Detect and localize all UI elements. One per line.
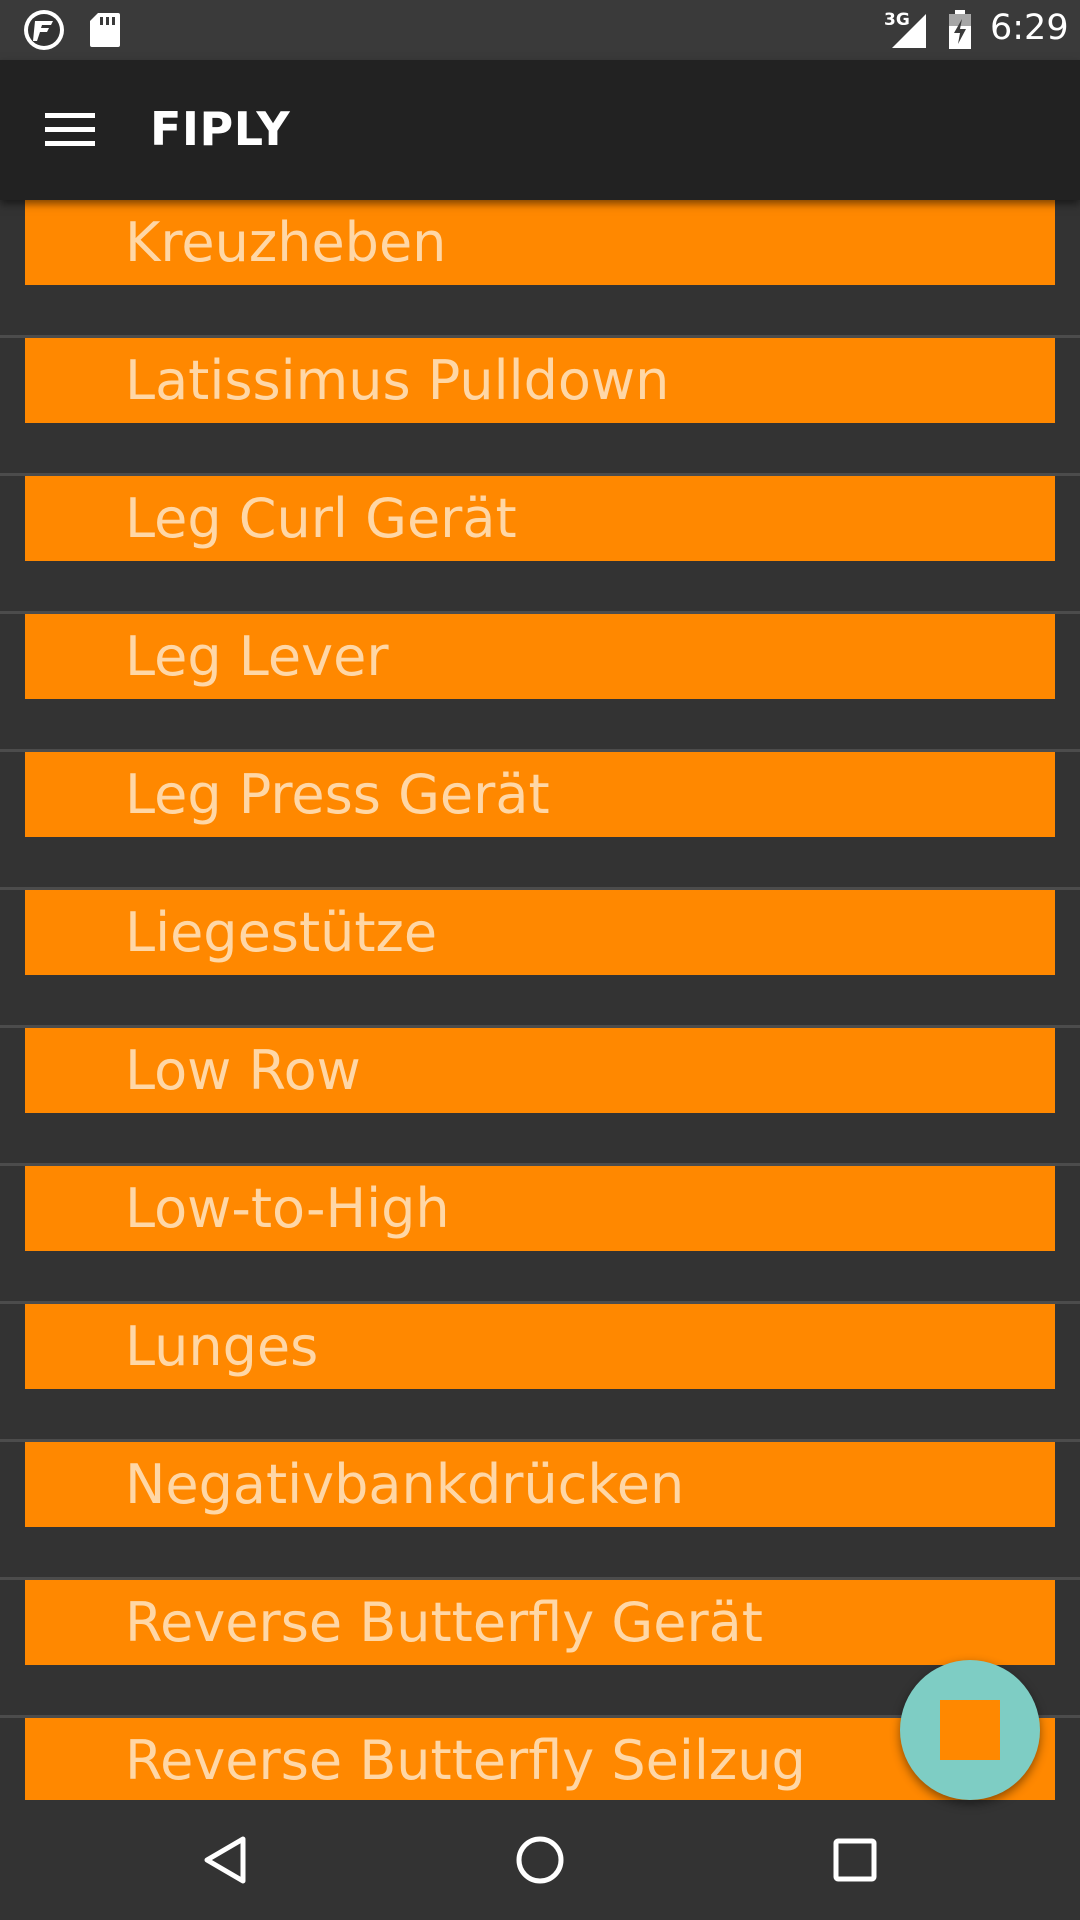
exercise-button[interactable]: Reverse Butterfly Gerät [25,1580,1055,1665]
list-item: Liegestütze [0,890,1080,1028]
exercise-button[interactable]: Latissimus Pulldown [25,338,1055,423]
list-item: Low-to-High [0,1166,1080,1304]
exercise-list[interactable]: Kreuzheben Latissimus Pulldown Leg Curl … [0,200,1080,1800]
exercise-button[interactable]: Leg Lever [25,614,1055,699]
stop-square-icon [940,1700,1000,1760]
hamburger-menu-icon [45,113,95,146]
list-item: Latissimus Pulldown [0,338,1080,476]
list-item: Leg Lever [0,614,1080,752]
navigation-bar [0,1800,1080,1920]
exercise-button[interactable]: Negativbankdrücken [25,1442,1055,1527]
list-item: Low Row [0,1028,1080,1166]
exercise-button[interactable]: Leg Press Gerät [25,752,1055,837]
app-title: FIPLY [150,102,291,156]
signal-icon [892,14,926,48]
exercise-label: Low-to-High [125,1177,450,1240]
home-circle-icon [516,1836,564,1884]
exercise-label: Low Row [125,1039,361,1102]
exercise-label: Negativbankdrücken [125,1453,685,1516]
exercise-button[interactable]: Liegestütze [25,890,1055,975]
clock-time: 6:29 [990,8,1069,48]
list-item: Lunges [0,1304,1080,1442]
exercise-label: Reverse Butterfly Seilzug [125,1729,806,1792]
app-toolbar: FIPLY [0,60,1080,200]
menu-button[interactable] [30,90,110,170]
list-item: Negativbankdrücken [0,1442,1080,1580]
exercise-button[interactable]: Kreuzheben [25,200,1055,285]
exercise-button[interactable]: Low Row [25,1028,1055,1113]
exercise-label: Reverse Butterfly Gerät [125,1591,763,1654]
app-screen: 3G 6:29 FIPLY Kreuzheben Latissimus Pull… [0,0,1080,1920]
list-item: Kreuzheben [0,200,1080,338]
exercise-button[interactable]: Leg Curl Gerät [25,476,1055,561]
list-item: Leg Press Gerät [0,752,1080,890]
exercise-button[interactable]: Low-to-High [25,1166,1055,1251]
back-triangle-icon [204,1836,246,1884]
status-bar: 3G 6:29 [0,0,1080,60]
back-button[interactable] [186,1820,266,1900]
exercise-button[interactable]: Lunges [25,1304,1055,1389]
exercise-label: Leg Curl Gerät [125,487,517,550]
app-logo-icon [24,10,64,50]
battery-icon [949,10,971,49]
home-button[interactable] [500,1820,580,1900]
list-item: Leg Curl Gerät [0,476,1080,614]
recents-square-icon [833,1838,877,1882]
recents-button[interactable] [815,1820,895,1900]
stop-fab-button[interactable] [900,1660,1040,1800]
exercise-label: Leg Lever [125,625,389,688]
sd-card-icon [90,13,120,47]
exercise-label: Leg Press Gerät [125,763,550,826]
exercise-label: Kreuzheben [125,211,447,274]
exercise-label: Lunges [125,1315,319,1378]
exercise-label: Liegestütze [125,901,438,964]
exercise-label: Latissimus Pulldown [125,349,670,412]
